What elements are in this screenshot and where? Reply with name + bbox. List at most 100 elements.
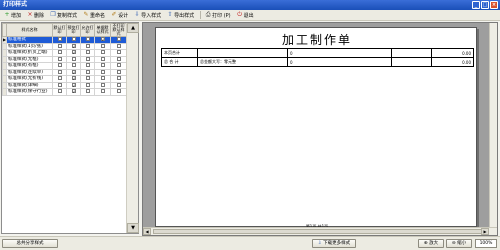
toolbar-label: 复制样式 <box>57 12 78 19</box>
print-icon: ⎙ <box>205 11 211 18</box>
zoom-out-label: 缩小 <box>457 241 467 246</box>
scroll-up-icon[interactable]: ▲ <box>127 23 139 33</box>
copy-style-button[interactable]: ❐ 复制样式 <box>48 11 79 20</box>
rename-icon: ✎ <box>83 11 89 18</box>
checkbox[interactable] <box>85 43 90 48</box>
table-row[interactable]: 标准样式(保守行业) ✓ <box>2 88 127 96</box>
close-button[interactable]: × <box>490 1 498 9</box>
subtotal-amount: 0.00 <box>431 48 474 58</box>
style-list-scrollbar[interactable]: ▲ ▼ <box>126 23 139 233</box>
checkbox[interactable]: ✓ <box>71 43 76 48</box>
zoom-in-button[interactable]: ⊕ 放大 <box>418 239 444 248</box>
checkbox[interactable] <box>116 56 121 61</box>
col-header-preview-print[interactable]: 预览打印 <box>66 23 81 37</box>
import-style-button[interactable]: ⇩ 导入样式 <box>132 11 163 20</box>
checkbox[interactable]: ✓ <box>71 89 76 94</box>
checkbox[interactable] <box>85 76 90 80</box>
scroll-right-icon[interactable]: ▶ <box>481 228 489 235</box>
checkbox[interactable] <box>71 63 76 67</box>
delete-button[interactable]: × 删除 <box>25 11 46 20</box>
checkbox[interactable]: ✓ <box>100 37 105 42</box>
preview-vertical-scrollbar[interactable] <box>489 23 497 228</box>
checkbox[interactable] <box>57 37 62 41</box>
scroll-left-icon[interactable]: ◀ <box>143 228 151 235</box>
toolbar-label: 打印 (P) <box>212 12 231 19</box>
checkbox[interactable] <box>57 76 62 80</box>
preview-horizontal-scrollbar[interactable]: ◀ ▶ <box>143 227 497 235</box>
toolbar-label: 导出样式 <box>174 12 195 19</box>
add-button[interactable]: + 增加 <box>2 11 23 20</box>
zoom-level-field[interactable]: 100% <box>475 239 497 248</box>
checkbox[interactable]: ✓ <box>71 76 76 81</box>
add-icon: + <box>4 11 10 18</box>
checkbox-cell <box>52 88 67 96</box>
scroll-thumb[interactable] <box>153 229 483 234</box>
checkbox[interactable] <box>116 63 121 67</box>
checkbox[interactable] <box>116 76 121 80</box>
checkbox[interactable] <box>100 43 105 48</box>
checkbox[interactable] <box>85 63 90 67</box>
maximize-button[interactable]: □ <box>481 1 489 9</box>
checkbox[interactable] <box>100 89 105 93</box>
style-list-panel: 样式名称 默认打印 预览打印 允许打印 单据默认样式 不打印默认样式 ▶ 标准格式… <box>1 22 139 234</box>
preview-totals-table: 本页合计 0 0.00 总 合 计 总金额大写：零元整 0 0.00 <box>161 48 474 67</box>
checkbox[interactable] <box>57 82 62 87</box>
total-qty: 0 <box>287 57 392 67</box>
rename-button[interactable]: ✎ 重命名 <box>81 11 107 20</box>
import-style-icon: ⇩ <box>134 11 140 18</box>
checkbox[interactable] <box>100 56 105 61</box>
design-icon: ✐ <box>111 11 117 18</box>
checkbox[interactable] <box>116 43 121 48</box>
export-style-icon: ⇧ <box>167 11 173 18</box>
checkbox[interactable] <box>85 82 90 87</box>
checkbox[interactable] <box>57 50 62 54</box>
checkbox[interactable]: ✓ <box>71 69 76 74</box>
checkbox[interactable] <box>100 63 105 67</box>
col-header-default-print[interactable]: 默认打印 <box>52 23 67 37</box>
checkbox[interactable] <box>57 43 62 48</box>
col-header-allow-print[interactable]: 允许打印 <box>80 23 95 37</box>
minimize-button[interactable]: _ <box>472 1 480 9</box>
style-name-cell[interactable]: 标准样式(折页上端) <box>6 49 53 57</box>
checkbox[interactable] <box>116 82 121 87</box>
checkbox[interactable] <box>116 89 121 93</box>
checkbox[interactable] <box>57 69 62 74</box>
subtotal-qty: 0 <box>287 48 392 58</box>
checkbox[interactable] <box>57 63 62 67</box>
exit-button[interactable]: ⏻ 退出 <box>235 11 256 20</box>
download-more-styles-button[interactable]: ⇩ 下载更多样式 <box>312 239 356 248</box>
style-name-cell[interactable]: 标准样式(保守行业) <box>6 88 53 96</box>
zoom-out-icon: ⊖ <box>451 241 456 246</box>
share-style-button[interactable]: 总共分享样式 <box>2 239 58 248</box>
checkbox[interactable] <box>57 89 62 93</box>
checkbox[interactable] <box>85 89 90 93</box>
export-style-button[interactable]: ⇧ 导出样式 <box>165 11 196 20</box>
checkbox[interactable] <box>100 50 105 54</box>
checkbox[interactable] <box>100 82 105 87</box>
checkbox[interactable] <box>85 69 90 74</box>
checkbox[interactable] <box>116 69 121 74</box>
print-preview-area: 加工制作单 本页合计 0 0.00 总 合 计 总金额大写：零元整 0 0.00… <box>142 22 498 236</box>
checkbox[interactable] <box>85 56 90 61</box>
col-header-doc-default[interactable]: 单据默认样式 <box>94 23 111 37</box>
status-bar: 总共分享样式 ⇩ 下载更多样式 ⊕ 放大 ⊖ 缩小 100% <box>0 236 500 250</box>
checkbox[interactable]: ✓ <box>71 82 76 87</box>
checkbox[interactable]: ✓ <box>71 50 76 55</box>
print-button[interactable]: ⎙ 打印 (P) <box>203 11 233 20</box>
toolbar-separator <box>200 11 202 19</box>
checkbox[interactable] <box>85 37 90 41</box>
design-button[interactable]: ✐ 设计 <box>109 11 130 20</box>
col-header-name[interactable]: 样式名称 <box>6 23 53 37</box>
checkbox[interactable] <box>100 69 105 74</box>
checkbox[interactable] <box>116 50 121 54</box>
checkbox[interactable] <box>57 56 62 61</box>
checkbox[interactable] <box>116 37 121 41</box>
row-indicator: ▶ <box>2 36 7 44</box>
checkbox[interactable] <box>71 37 76 41</box>
col-header-no-print-default[interactable]: 不打印默认样式 <box>110 23 127 37</box>
checkbox[interactable] <box>71 56 76 61</box>
checkbox[interactable] <box>85 50 90 54</box>
checkbox[interactable] <box>100 76 105 80</box>
scroll-down-icon[interactable]: ▼ <box>127 223 139 233</box>
zoom-out-button[interactable]: ⊖ 缩小 <box>446 239 472 248</box>
